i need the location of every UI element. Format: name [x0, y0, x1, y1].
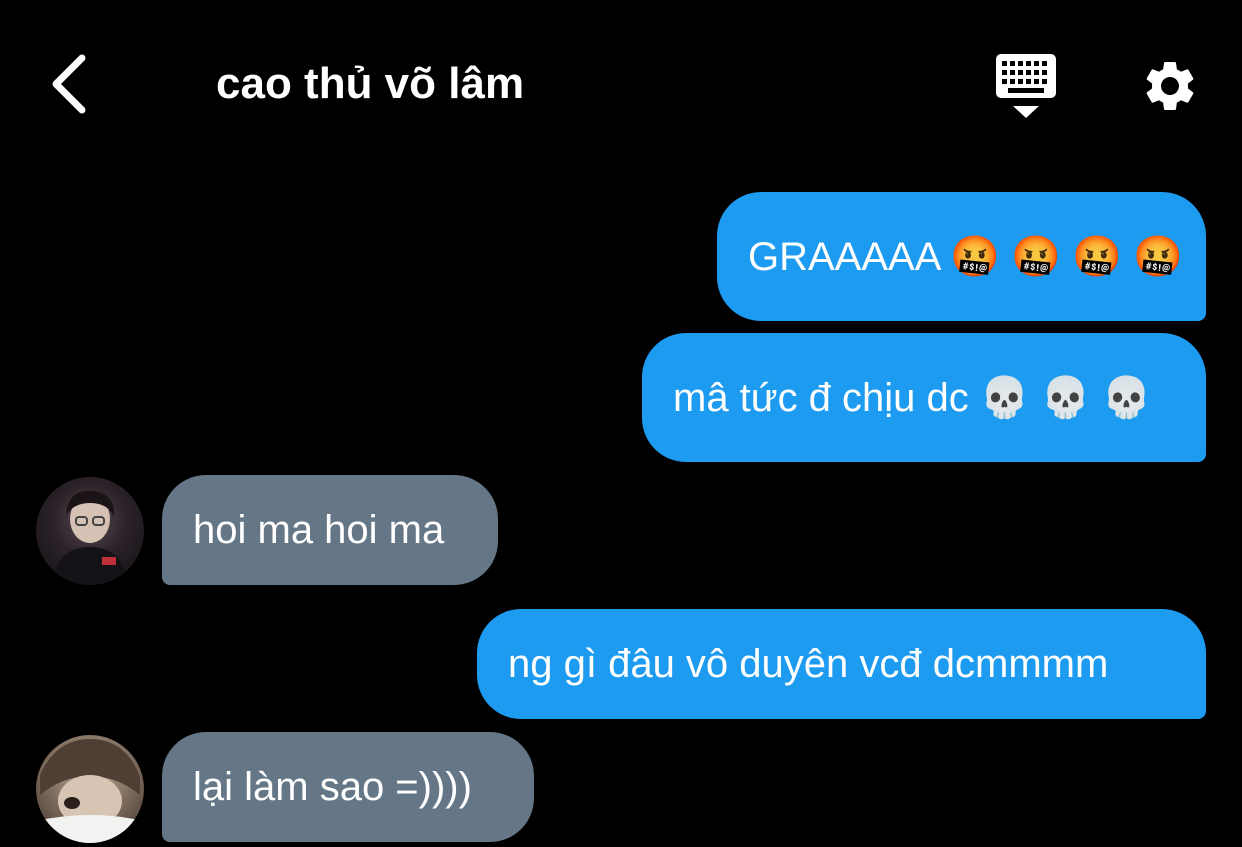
back-button[interactable] — [36, 46, 100, 122]
message-bubble-incoming[interactable]: lại làm sao =)))) — [162, 732, 534, 842]
message-text: hoi ma hoi ma — [193, 508, 445, 552]
settings-button[interactable] — [1136, 52, 1204, 120]
message-text: GRAAAAA 🤬 🤬 🤬 🤬 — [748, 234, 1183, 279]
message-bubble-outgoing[interactable]: ng gì đâu vô duyên vcđ dcmmmm — [477, 609, 1206, 719]
keyboard-icon — [996, 54, 1056, 118]
conversation-title: cao thủ võ lâm — [216, 59, 525, 108]
avatar[interactable] — [36, 477, 144, 585]
avatar[interactable] — [36, 735, 144, 843]
message-bubble-outgoing[interactable]: GRAAAAA 🤬 🤬 🤬 🤬 — [717, 192, 1206, 321]
avatar-image — [52, 490, 128, 585]
avatar-image — [36, 739, 144, 843]
message-bubble-outgoing[interactable]: mâ tức đ chịu dc 💀 💀 💀 — [642, 333, 1206, 462]
message-bubble-incoming[interactable]: hoi ma hoi ma — [162, 475, 498, 585]
gear-icon — [1146, 61, 1194, 110]
message-text: mâ tức đ chịu dc 💀 💀 💀 — [673, 375, 1152, 420]
keyboard-button[interactable] — [988, 50, 1064, 122]
chevron-left-icon — [52, 54, 86, 114]
message-text: lại làm sao =)))) — [193, 765, 472, 809]
message-text: ng gì đâu vô duyên vcđ dcmmmm — [508, 642, 1109, 686]
